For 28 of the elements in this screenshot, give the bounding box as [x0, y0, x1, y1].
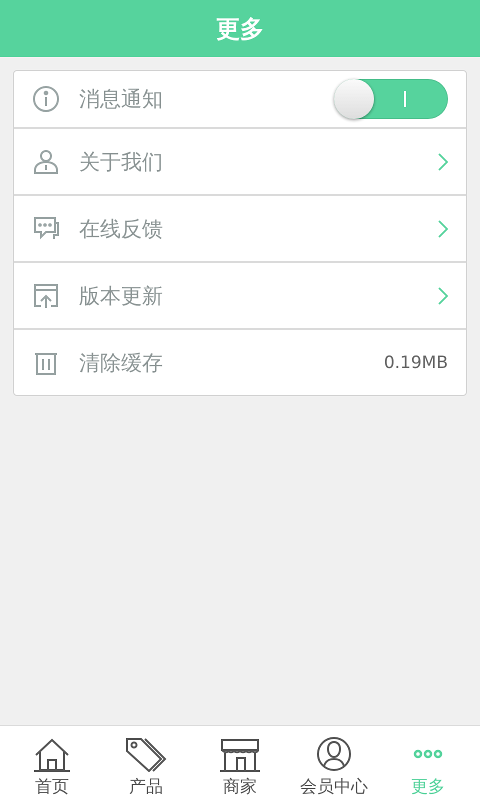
- user-icon: [32, 148, 60, 176]
- chevron-right-icon: [438, 220, 448, 238]
- settings-row[interactable]: 在线反馈: [14, 194, 466, 261]
- chevron-right-icon: [438, 286, 448, 304]
- tag-icon: [124, 736, 168, 772]
- settings-row[interactable]: 清除缓存 0.19MB: [14, 328, 466, 395]
- row-label: 关于我们: [79, 148, 164, 176]
- chevron-right-icon: [438, 152, 448, 170]
- tab-item[interactable]: 首页: [5, 726, 99, 800]
- home-icon: [32, 738, 72, 772]
- settings-row[interactable]: 版本更新: [14, 261, 466, 328]
- tab-item[interactable]: 产品: [99, 726, 193, 800]
- row-label: 清除缓存: [79, 350, 164, 376]
- row-label: 版本更新: [79, 282, 164, 310]
- upload-icon: [32, 282, 60, 310]
- row-label: 在线反馈: [79, 216, 164, 242]
- cache-size: 0.19MB: [384, 352, 448, 372]
- page-title: 更多: [216, 14, 264, 44]
- row-label: 消息通知: [79, 86, 164, 113]
- info-icon: [32, 85, 60, 113]
- tab-item[interactable]: 商家: [193, 726, 287, 800]
- more-icon: [412, 748, 444, 760]
- avatar-icon: [316, 736, 352, 772]
- settings-row[interactable]: 消息通知: [14, 71, 466, 127]
- shop-icon: [219, 738, 261, 772]
- notification-switch[interactable]: [334, 79, 448, 119]
- tab-item[interactable]: 会员中心: [287, 726, 381, 800]
- settings-row[interactable]: 关于我们: [14, 127, 466, 194]
